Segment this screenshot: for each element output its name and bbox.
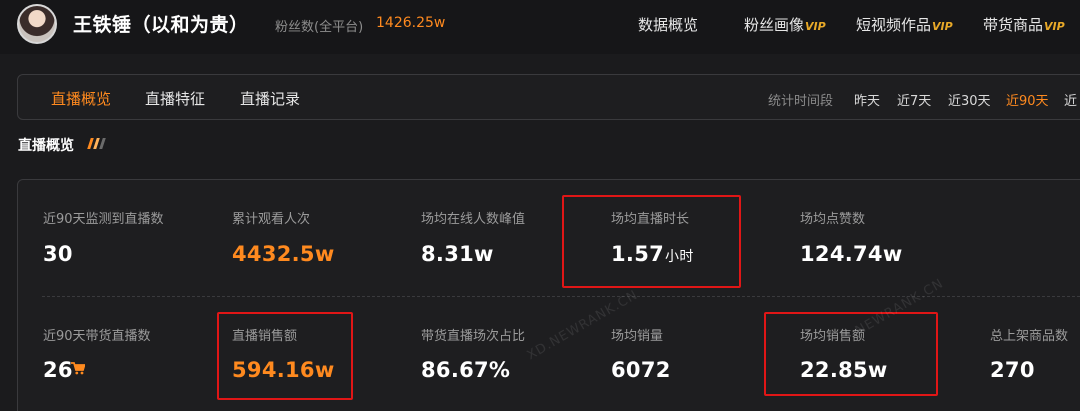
stat-label-avg-likes: 场均点赞数 [800, 212, 866, 227]
vip-badge: VIP [932, 20, 953, 33]
highlight-box-live-sales [217, 312, 353, 400]
stat-label-total-products: 总上架商品数 [990, 329, 1069, 344]
stat-label-total-views: 累计观看人次 [232, 212, 311, 227]
shopping-cart-icon[interactable] [71, 362, 85, 375]
highlight-box-avg-duration [562, 195, 741, 288]
nav-short-videos[interactable]: 短视频作品VIP [856, 14, 953, 35]
stat-value-sales-live-count: 26 [43, 358, 73, 382]
stat-value-sales-live-ratio: 86.67% [421, 358, 511, 382]
user-name: 王铁锤（以和为贵） [73, 14, 249, 36]
stat-label-sales-live-ratio: 带货直播场次占比 [421, 329, 526, 344]
vip-badge: VIP [805, 20, 826, 33]
nav-label: 短视频作品 [856, 16, 932, 34]
nav-data-overview[interactable]: 数据概览 [638, 14, 698, 35]
period-more[interactable]: 近 [1064, 90, 1077, 109]
stat-value-live-count: 30 [43, 242, 73, 266]
stat-value-total-views: 4432.5w [232, 242, 335, 266]
nav-label: 带货商品 [983, 16, 1044, 34]
section-title: 直播概览 [18, 138, 74, 154]
period-90-days[interactable]: 近90天 [1006, 90, 1049, 109]
period-label: 统计时间段 [768, 94, 834, 109]
period-7-days[interactable]: 近7天 [897, 90, 931, 109]
avatar[interactable] [17, 4, 57, 44]
nav-label: 粉丝画像 [744, 16, 805, 34]
period-yesterday[interactable]: 昨天 [854, 90, 880, 109]
vip-badge: VIP [1044, 20, 1065, 33]
tab-live-features[interactable]: 直播特征 [145, 88, 205, 109]
stat-label-sales-live-count: 近90天带货直播数 [43, 329, 151, 344]
stat-value-avg-volume: 6072 [611, 358, 671, 382]
highlight-box-avg-sales [764, 312, 938, 396]
tab-live-records[interactable]: 直播记录 [240, 88, 300, 109]
stat-label-live-count: 近90天监测到直播数 [43, 212, 164, 227]
stat-label-avg-volume: 场均销量 [611, 329, 664, 344]
nav-products[interactable]: 带货商品VIP [983, 14, 1065, 35]
stat-value-peak-online: 8.31w [421, 242, 494, 266]
fans-count-label: 粉丝数(全平台) [275, 20, 364, 35]
period-30-days[interactable]: 近30天 [948, 90, 991, 109]
stripes-icon [87, 138, 111, 150]
top-header: 王铁锤（以和为贵） 粉丝数(全平台) 1426.25w 数据概览 粉丝画像VIP… [0, 0, 1080, 54]
nav-label: 数据概览 [638, 16, 699, 34]
stat-value-total-products: 270 [990, 358, 1035, 382]
tab-panel: 直播概览 直播特征 直播记录 统计时间段 昨天 近7天 近30天 近90天 近 [17, 74, 1080, 120]
stat-value-avg-likes: 124.74w [800, 242, 903, 266]
stat-label-peak-online: 场均在线人数峰值 [421, 212, 526, 227]
fans-count-value: 1426.25w [376, 15, 446, 31]
tab-live-overview[interactable]: 直播概览 [51, 88, 111, 109]
nav-fan-profile[interactable]: 粉丝画像VIP [744, 14, 826, 35]
